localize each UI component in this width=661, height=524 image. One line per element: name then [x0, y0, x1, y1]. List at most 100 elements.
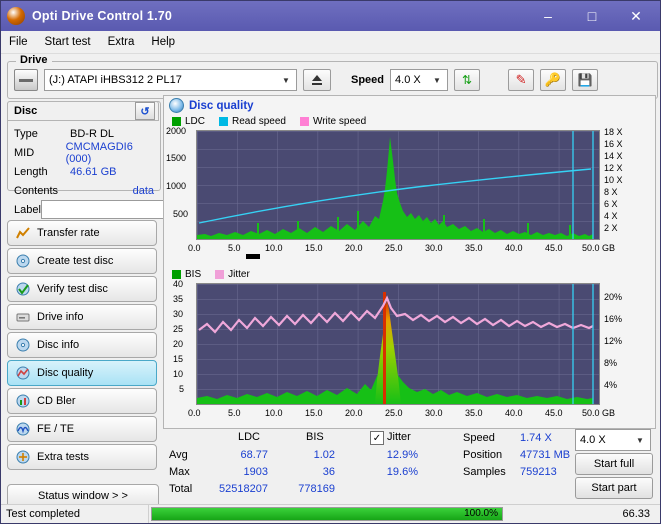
stats-row-total-label: Total [169, 483, 192, 495]
menu-item-help[interactable]: Help [151, 36, 175, 48]
sidebar-item-cd-bler[interactable]: CD Bler [7, 388, 157, 414]
stats-avg-ldc: 68.77 [226, 449, 268, 461]
stats-total-ldc: 52518207 [203, 483, 268, 495]
save-button[interactable]: 💾 [572, 69, 598, 91]
disc-info-icon [16, 338, 30, 352]
close-button[interactable]: ✕ [614, 2, 658, 30]
legend-label-write-speed: Write speed [313, 116, 366, 127]
samples-stat-value: 759213 [520, 466, 557, 478]
stats-area: LDC BIS ✓ Jitter Avg Max Total 68.77 190… [163, 431, 656, 489]
app-window: Opti Drive Control 1.70 – □ ✕ File Start… [0, 0, 661, 524]
start-full-button[interactable]: Start full [575, 453, 653, 475]
status-message: Test completed [1, 505, 149, 523]
bookmark-button[interactable]: 🔑 [540, 69, 566, 91]
sidebar-item-transfer-rate[interactable]: Transfer rate [7, 220, 157, 246]
maximize-button[interactable]: □ [570, 2, 614, 30]
speed-label: Speed [351, 74, 384, 86]
disc-row-contents: Contents data [8, 181, 160, 200]
erase-button[interactable]: ✎ [508, 69, 534, 91]
menu-item-start-test[interactable]: Start test [45, 36, 91, 48]
disc-quality-panel: Disc quality LDC Read speed Write speed … [163, 95, 656, 429]
drive-select-value: (J:) ATAPI iHBS312 2 PL17 [49, 74, 182, 86]
ldc-ytick: 500 [173, 209, 188, 219]
ldc-y2tick: 14 X [604, 151, 623, 161]
chart-scroll-handle[interactable] [246, 254, 260, 259]
start-part-button[interactable]: Start part [575, 477, 653, 499]
speed-select-value: 4.0 X [395, 74, 421, 86]
sidebar-item-label: Drive info [37, 311, 83, 323]
sidebar-item-verify-test-disc[interactable]: Verify test disc [7, 276, 157, 302]
menu-item-file[interactable]: File [9, 36, 28, 48]
legend-label-bis: BIS [185, 269, 201, 280]
sidebar-item-drive-info[interactable]: Drive info [7, 304, 157, 330]
disc-group-header: Disc ↺ [7, 101, 159, 121]
bis-xtick: 10.0 [265, 408, 283, 418]
ldc-xtick: 40.0 [505, 243, 523, 253]
speed-select[interactable]: 4.0 X ▼ [390, 69, 448, 91]
ldc-xtick: 5.0 [228, 243, 241, 253]
ldc-ytick: 1500 [166, 153, 186, 163]
disc-row-label: Label ⚙ [8, 200, 160, 219]
ldc-xtick: 30.0 [425, 243, 443, 253]
sidebar-item-label: Create test disc [37, 255, 113, 267]
drive-icon [14, 69, 38, 91]
extra-tests-icon [16, 450, 30, 464]
legend-bottom: BIS Jitter [164, 268, 655, 281]
progress-text: 100.0% [464, 508, 498, 520]
refresh-drive-button[interactable]: ⇅ [454, 69, 480, 91]
legend-swatch-ldc [172, 117, 181, 126]
refresh-icon: ⇅ [462, 73, 472, 87]
progress-fill [152, 508, 502, 520]
legend-swatch-read-speed [219, 117, 228, 126]
bis-xtick: 15.0 [305, 408, 323, 418]
panel-title: Disc quality [189, 100, 254, 112]
chevron-down-icon: ▼ [632, 430, 648, 450]
ldc-y2tick: 16 X [604, 139, 623, 149]
fe-te-icon [16, 422, 30, 436]
ldc-plot [196, 130, 600, 240]
ldc-y2tick: 2 X [604, 223, 618, 233]
disc-row-length: Length 46.61 GB [8, 162, 160, 181]
disc-group-title: Disc [14, 105, 37, 117]
disc-row-value: BD-R DL [70, 128, 114, 140]
test-speed-select[interactable]: 4.0 X ▼ [575, 429, 651, 451]
speed-stat-label: Speed [463, 432, 495, 444]
bis-ytick: 30 [173, 309, 183, 319]
bookmark-icon: 🔑 [545, 72, 561, 88]
sidebar-item-disc-quality[interactable]: Disc quality [7, 360, 157, 386]
disc-row-mid: MID CMCMAGDI6 (000) [8, 143, 160, 162]
verify-test-disc-icon [16, 282, 30, 296]
legend-label-jitter: Jitter [228, 269, 250, 280]
sidebar-item-extra-tests[interactable]: Extra tests [7, 444, 157, 470]
sidebar-item-disc-info[interactable]: Disc info [7, 332, 157, 358]
disc-refresh-button[interactable]: ↺ [135, 102, 155, 120]
ldc-ytick: 2000 [166, 126, 186, 136]
disc-row-key: Length [14, 166, 70, 178]
sidebar-item-label: Transfer rate [37, 227, 100, 239]
jitter-checkbox[interactable]: ✓ [370, 431, 384, 445]
refresh-icon: ↺ [140, 105, 149, 118]
start-full-label: Start full [594, 458, 634, 470]
ldc-xtick: 0.0 [188, 243, 201, 253]
sidebar-item-fe-te[interactable]: FE / TE [7, 416, 157, 442]
bis-ytick: 40 [173, 279, 183, 289]
ldc-y2tick: 12 X [604, 163, 623, 173]
stats-row-avg-label: Avg [169, 449, 188, 461]
disc-row-key: MID [14, 147, 66, 159]
ldc-ytick: 1000 [166, 181, 186, 191]
eject-button[interactable] [303, 69, 331, 91]
sidebar-item-create-test-disc[interactable]: Create test disc [7, 248, 157, 274]
ldc-chart-container: 2000 1500 1000 500 [164, 128, 655, 268]
bis-xtick: 5.0 [228, 408, 241, 418]
panel-header: Disc quality [164, 96, 655, 115]
status-bar: Test completed 100.0% 66.33 [1, 504, 660, 523]
progress-bar: 100.0% [151, 507, 503, 521]
bis-xtick: 45.0 [545, 408, 563, 418]
ldc-xtick: 50.0 GB [582, 243, 615, 253]
bis-ytick: 25 [173, 324, 183, 334]
minimize-button[interactable]: – [526, 2, 570, 30]
drive-select[interactable]: (J:) ATAPI iHBS312 2 PL17 ▼ [44, 69, 297, 91]
menu-item-extra[interactable]: Extra [108, 36, 135, 48]
window-title: Opti Drive Control 1.70 [32, 9, 526, 23]
stats-max-ldc: 1903 [226, 466, 268, 478]
